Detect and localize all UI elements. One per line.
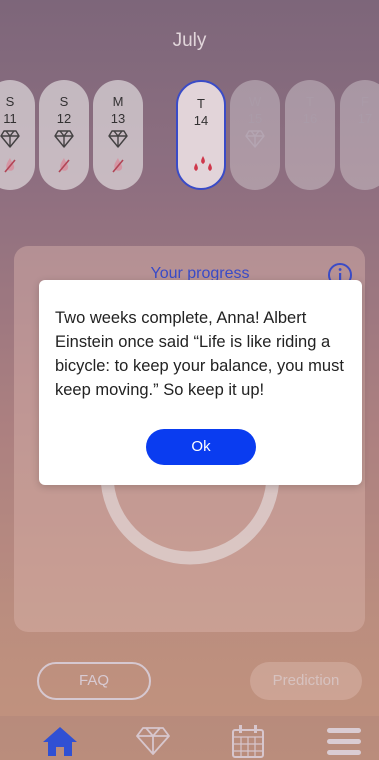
congrats-dialog: Two weeks complete, Anna! Albert Einstei… xyxy=(39,280,362,485)
ok-button[interactable]: Ok xyxy=(146,429,256,465)
dialog-message: Two weeks complete, Anna! Albert Einstei… xyxy=(55,309,344,399)
